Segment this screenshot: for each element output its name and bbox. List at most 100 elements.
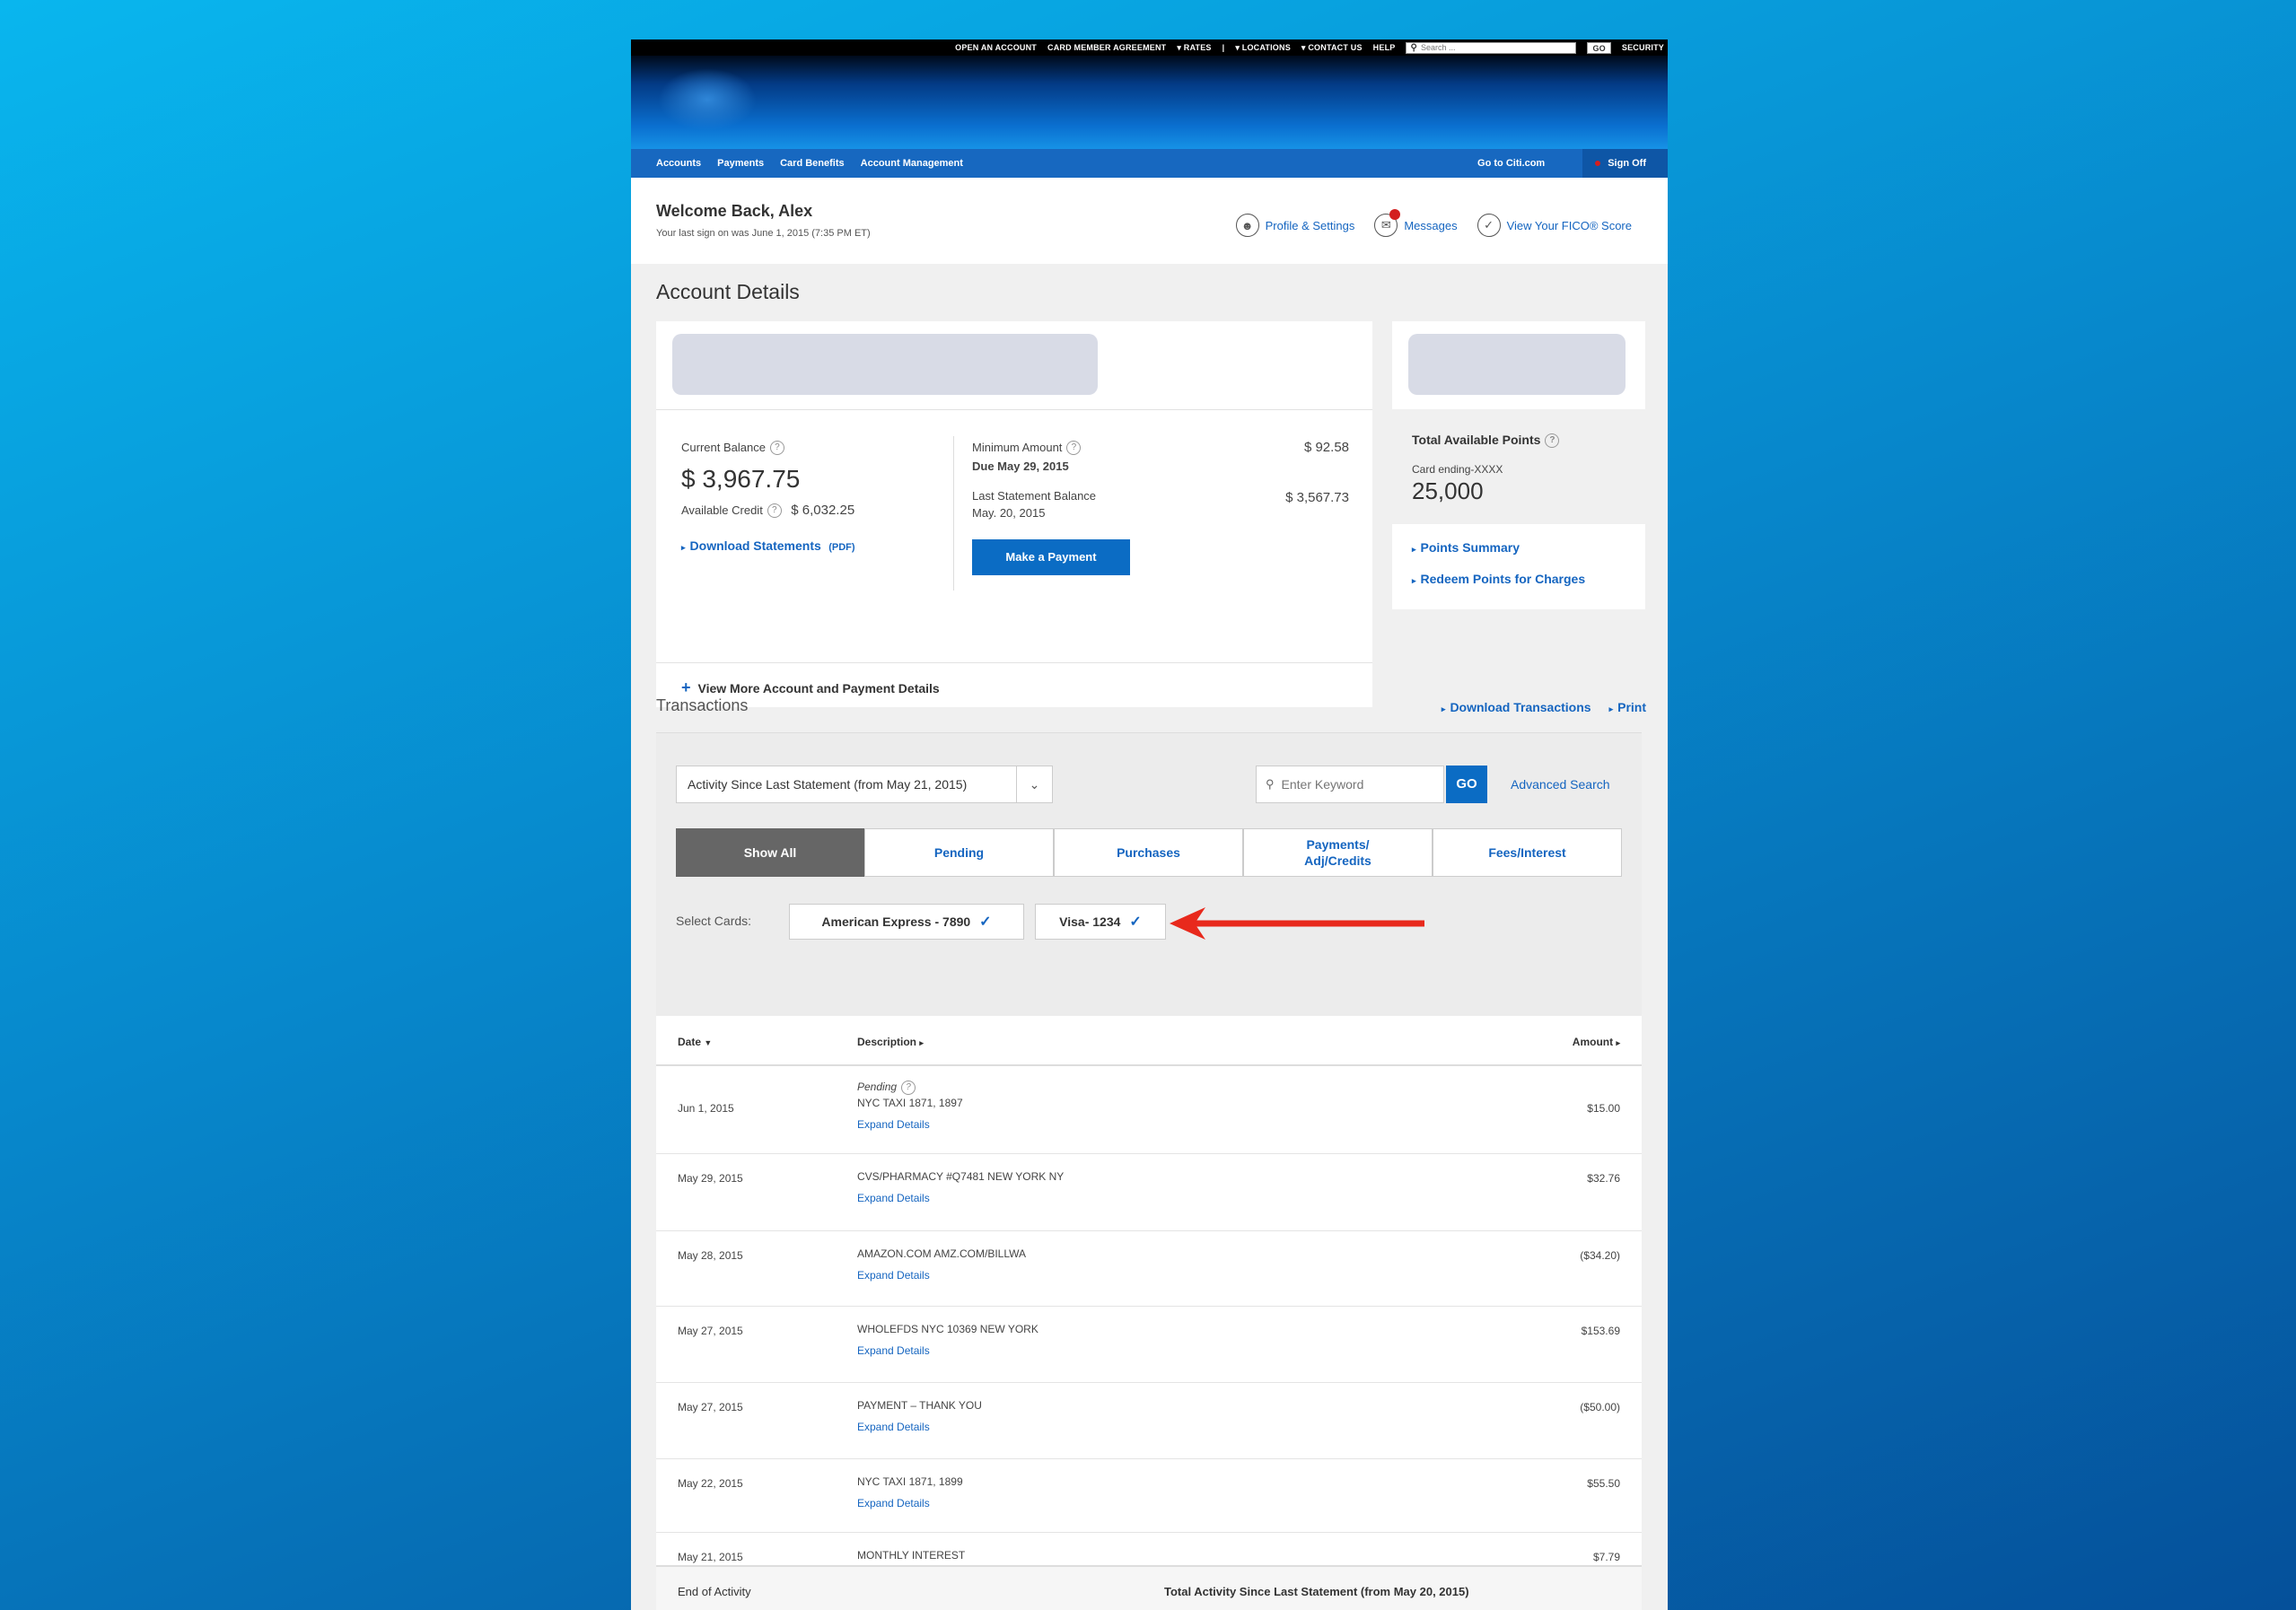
current-balance-block: Current Balance? $ 3,967.75 Available Cr… [681,440,855,555]
nav-payments[interactable]: Payments [717,158,764,169]
row-date: May 29, 2015 [678,1172,743,1185]
keyword-go-button[interactable]: GO [1446,766,1487,803]
table-row: May 27, 2015 WHOLEFDS NYC 10369 NEW YORK E… [656,1307,1642,1383]
print-link[interactable]: ▸ Print [1609,700,1646,716]
row-date: May 22, 2015 [678,1477,743,1490]
expand-details-link[interactable]: Expand Details [857,1497,963,1509]
current-balance-label: Current Balance [681,441,766,454]
redeem-points-link[interactable]: ▸ Redeem Points for Charges [1412,572,1585,586]
row-description: AMAZON.COM AMZ.COM/BILLWA [857,1247,1027,1260]
card-filter-amex-label: American Express - 7890 [821,914,971,929]
help-icon[interactable]: ? [767,503,782,518]
minimum-amount-label: Minimum Amount [972,441,1063,454]
total-activity-label: Total Activity Since Last Statement (fro… [1164,1585,1469,1598]
view-more-link[interactable]: + View More Account and Payment Details [681,678,940,697]
row-description-block: PAYMENT – THANK YOU Expand Details [857,1399,982,1433]
sign-off-button[interactable]: Sign Off [1582,149,1668,178]
sort-right-icon: ▸ [1616,1038,1620,1047]
tab-payments-credits[interactable]: Payments/ Adj/Credits [1243,828,1433,877]
util-rates[interactable]: ▾ RATES [1177,43,1211,53]
row-description: NYC TAXI 1871, 1899 [857,1475,963,1488]
help-icon[interactable]: ? [901,1081,916,1095]
table-row: May 22, 2015 NYC TAXI 1871, 1899 Expand De… [656,1459,1642,1533]
chevron-down-icon[interactable]: ⌄ [1016,766,1052,802]
keyword-search: ⚲ [1256,766,1444,803]
download-statements-link[interactable]: ▸ Download Statements (PDF) [681,538,855,555]
keyword-input[interactable] [1281,777,1444,792]
nav-account-management[interactable]: Account Management [861,158,963,169]
nav-card-benefits[interactable]: Card Benefits [780,158,845,169]
tab-fees-interest[interactable]: Fees/Interest [1433,828,1622,877]
util-security[interactable]: SECURITY [1622,43,1664,52]
card-filter-amex[interactable]: American Express - 7890 ✓ [789,904,1024,940]
table-row: May 27, 2015 PAYMENT – THANK YOU Expand De… [656,1383,1642,1459]
util-contact[interactable]: ▾ CONTACT US [1301,43,1363,53]
check-icon: ✓ [1129,914,1142,930]
end-of-activity: End of Activity [678,1585,751,1598]
divider [656,409,1372,410]
util-locations[interactable]: ▾ LOCATIONS [1235,43,1291,53]
util-help[interactable]: HELP [1373,43,1396,52]
caret-right-icon: ▸ [1412,576,1416,585]
row-description: WHOLEFDS NYC 10369 NEW YORK [857,1323,1038,1335]
profile-icon: ☻ [1235,214,1259,237]
welcome-bar: Welcome Back, Alex Your last sign on was… [631,178,1668,264]
period-select[interactable]: Activity Since Last Statement (from May … [676,766,1053,803]
transaction-filters: Activity Since Last Statement (from May … [656,732,1642,1016]
column-date[interactable]: Date ▼ [678,1036,712,1048]
caret-right-icon: ▸ [1441,704,1446,713]
pending-tag: Pending? [857,1081,963,1095]
tab-pending[interactable]: Pending [864,828,1054,877]
column-description[interactable]: Description ▸ [857,1036,924,1048]
transactions-title: Transactions [656,696,749,714]
util-search-input[interactable] [1421,42,1576,53]
caret-right-icon: ▸ [1608,704,1614,713]
last-statement-balance: $ 3,567.73 [1285,490,1349,505]
advanced-search-link[interactable]: Advanced Search [1511,777,1610,792]
row-amount: $7.79 [1592,1551,1620,1563]
expand-details-link[interactable]: Expand Details [857,1269,1026,1282]
row-date: May 21, 2015 [678,1551,743,1563]
divider [953,436,954,591]
utility-nav: OPEN AN ACCOUNT CARD MEMBER AGREEMENT ▾ … [631,39,1668,56]
last-statement-date: May. 20, 2015 [972,506,1046,520]
profile-settings-link[interactable]: ☻ Profile & Settings [1235,214,1354,237]
util-card-agreement[interactable]: CARD MEMBER AGREEMENT [1047,43,1166,52]
help-icon[interactable]: ? [769,440,784,455]
expand-details-link[interactable]: Expand Details [857,1118,963,1131]
card-filter-visa[interactable]: Visa- 1234 ✓ [1035,904,1166,940]
row-amount: ($50.00) [1580,1401,1620,1413]
row-description-block: NYC TAXI 1871, 1899 Expand Details [857,1475,963,1509]
trend-icon: ✓ [1477,214,1501,237]
pending-label: Pending [857,1081,898,1094]
row-description: NYC TAXI 1871, 1897 [857,1097,963,1109]
tab-purchases[interactable]: Purchases [1054,828,1243,877]
row-amount: $15.00 [1587,1102,1620,1115]
due-date: Due May 29, 2015 [972,459,1069,473]
help-icon[interactable]: ? [1545,433,1560,449]
sign-off-label: Sign Off [1608,158,1646,169]
fico-score-link[interactable]: ✓ View Your FICO® Score [1477,214,1632,237]
messages-link[interactable]: ✉ Messages [1374,209,1458,237]
column-amount-label: Amount [1572,1036,1614,1048]
points-summary-link[interactable]: ▸ Points Summary [1412,540,1520,555]
mail-icon: ✉ [1374,209,1401,237]
expand-details-link[interactable]: Expand Details [857,1421,982,1433]
expand-details-link[interactable]: Expand Details [857,1192,1064,1204]
column-date-label: Date [678,1036,702,1048]
column-amount[interactable]: Amount ▸ [1573,1036,1620,1048]
brand-logo[interactable] [658,68,757,131]
util-go-button[interactable]: GO [1587,41,1611,54]
util-open-account[interactable]: OPEN AN ACCOUNT [955,43,1037,52]
download-transactions-link[interactable]: ▸ Download Transactions [1442,700,1591,716]
search-icon: ⚲ [1410,42,1418,53]
help-icon[interactable]: ? [1066,440,1082,455]
expand-details-link[interactable]: Expand Details [857,1344,1038,1357]
quick-links: ☻ Profile & Settings ✉ Messages ✓ View Y… [1235,209,1632,237]
current-balance-value: $ 3,967.75 [681,465,801,493]
view-more-label: View More Account and Payment Details [697,681,940,696]
nav-go-to-citi[interactable]: Go to Citi.com [1477,158,1545,169]
tab-show-all[interactable]: Show All [676,828,864,877]
make-payment-button[interactable]: Make a Payment [972,539,1130,575]
nav-accounts[interactable]: Accounts [656,158,701,169]
